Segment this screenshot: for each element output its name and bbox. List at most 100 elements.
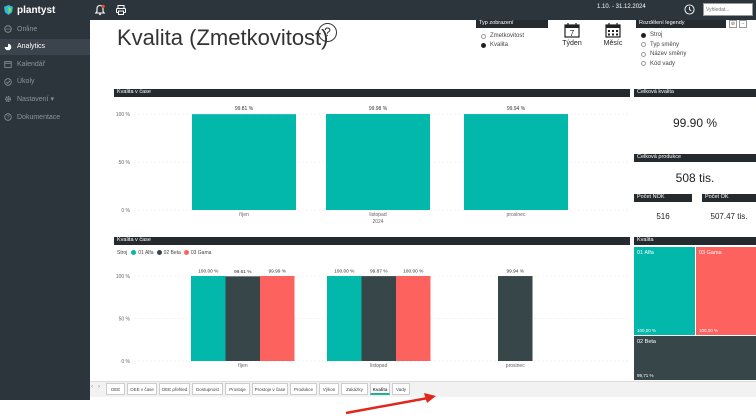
help-button[interactable]: ? [318, 23, 337, 42]
treemap-cell-value: 100,00 % [637, 328, 657, 333]
x-tick-label: říjen [238, 363, 248, 369]
app-name: plantyst [17, 4, 56, 16]
sidebar-item-5[interactable]: Nastavení ▾ [0, 91, 90, 107]
calendar-icon [4, 61, 12, 69]
gear-icon [4, 96, 12, 103]
legend-item-2[interactable]: 02 Beta [156, 250, 181, 256]
x-tick-label: listopad [370, 363, 387, 369]
bar-prosinec [464, 114, 568, 210]
total-production-header: Celková produkce [634, 154, 756, 162]
type-view-header: Typ zobrazení [476, 20, 548, 28]
data-label: 100.00 % [198, 269, 219, 275]
data-label: 99.81 % [235, 106, 254, 112]
check-icon [4, 78, 12, 86]
globe-icon [4, 25, 12, 33]
radio-icon [641, 42, 646, 47]
quality-time-chart: 100 % 50 % 0 % 99.81 % říjen 99.98 % listopad 9… [116, 106, 630, 225]
x-axis-label: 2024 [372, 219, 383, 225]
tab-8[interactable]: Výkon [319, 383, 339, 395]
data-label: 99.94 % [506, 269, 524, 275]
legend-split-option-3[interactable]: Název směny [641, 50, 686, 58]
type-view-option-1[interactable]: Zmetkovitost [481, 32, 524, 40]
tab-5[interactable]: Prostoje [225, 383, 250, 395]
legend-split-option-label: Typ směny [650, 41, 680, 48]
bar-03-Gama-říjen [260, 276, 295, 361]
tab-1[interactable]: OEE [106, 383, 125, 395]
treemap-cell-1[interactable]: 01 Alfa 100,00 % [634, 247, 695, 335]
svg-text:?: ? [7, 115, 10, 121]
print-icon[interactable] [115, 4, 127, 16]
legend-split-option-label: Název směny [650, 51, 687, 57]
nok-value: 516 [656, 212, 670, 221]
radio-icon [481, 33, 486, 39]
bar-03-Gama-listopad [396, 276, 431, 361]
sidebar-item-2[interactable]: Analytics [0, 38, 90, 55]
date-range[interactable]: 1.10. - 31.12.2024 [597, 4, 646, 10]
bar-02-Beta-říjen [225, 276, 260, 361]
legend-split-option-4[interactable]: Kód vady [641, 60, 675, 68]
app-logo[interactable]: plantyst [4, 4, 55, 16]
sidebar-item-label: Úkoly [17, 78, 35, 86]
legend-split-option-label: Stroj [650, 32, 663, 38]
clear-selection-icon[interactable]: ⊘ [729, 20, 737, 28]
legend-label: 03 Gama [190, 250, 212, 256]
legend-split-option-1[interactable]: Stroj [641, 31, 662, 39]
y-tick-label: 100 % [116, 112, 131, 118]
chart2-legend: Stroj 01 Alfa 02 Beta 03 Gama [117, 250, 214, 256]
nok-header: Počet NOK [634, 194, 692, 202]
radio-icon [481, 42, 486, 48]
data-label: 100.00 % [403, 269, 424, 275]
tab-7[interactable]: Produkce [290, 383, 317, 395]
radio-icon [641, 32, 646, 38]
clock-icon[interactable] [684, 4, 695, 15]
treemap-cell-2[interactable]: 03 Gama 100,00 % [696, 247, 756, 335]
notification-bell-icon[interactable] [94, 4, 106, 16]
legend-split-option-label: Kód vady [650, 60, 676, 67]
sidebar-item-label: Analytics [17, 43, 46, 51]
tab-3[interactable]: OEE přehled [159, 383, 190, 395]
y-tick-label: 100 % [116, 274, 131, 280]
treemap-cell-name: 01 Alfa [637, 250, 654, 256]
legend-split-header: Rozdělení legendy [636, 20, 726, 28]
top-bar [90, 0, 756, 20]
type-view-option-2[interactable]: Kvalita [481, 41, 508, 49]
legend-split-option-2[interactable]: Typ směny [641, 41, 679, 49]
tab-4[interactable]: Dostupnost [192, 383, 223, 395]
legend-title: Stroj [117, 250, 128, 256]
chart2-header: Kvalita v čase [114, 237, 630, 245]
sidebar-item-label: Online [17, 25, 38, 33]
sidebar-item-4[interactable]: Úkoly [0, 74, 90, 90]
tab-6[interactable]: Prostoje v čase [252, 383, 288, 395]
svg-text:7: 7 [570, 29, 575, 38]
page-title: Kvalita (Zmetkovitost) [117, 25, 329, 50]
legend-dot-icon [131, 250, 137, 256]
tab-scroll-left-icon[interactable]: ‹ [91, 384, 93, 390]
sidebar-item-3[interactable]: Kalendář [0, 56, 90, 72]
help-icon: ? [4, 113, 12, 121]
week-button[interactable]: 7 Týden [561, 22, 583, 52]
treemap-cell-value: 100,00 % [699, 328, 719, 333]
ok-value: 507.47 tis. [710, 212, 748, 221]
treemap-cell-name: 03 Gama [699, 250, 722, 256]
total-quality-header: Celková kvalita [634, 89, 756, 97]
month-button[interactable]: Měsíc [602, 22, 624, 52]
type-view-option-label: Kvalita [490, 42, 509, 48]
data-label: 99.61 % [234, 269, 252, 275]
tab-scroll-right-icon[interactable]: › [98, 384, 100, 390]
radio-icon [641, 61, 646, 66]
legend-item-1[interactable]: 01 Alfa [131, 250, 154, 256]
type-view-option-label: Zmetkovitost [490, 33, 525, 39]
tab-2[interactable]: OEE v čase [127, 383, 157, 395]
legend-label: 01 Alfa [138, 250, 154, 256]
sidebar-item-label: Nastavení ▾ [17, 96, 54, 104]
treemap-cell-3[interactable]: 02 Beta 99,71 % [634, 336, 756, 380]
search-input[interactable] [703, 3, 753, 16]
y-tick-label: 50 % [119, 160, 131, 166]
legend-item-3[interactable]: 03 Gama [183, 250, 212, 256]
data-label: 99.98 % [369, 106, 388, 112]
sidebar-item-6[interactable]: ? Dokumentace [0, 109, 90, 125]
y-tick-label: 50 % [119, 317, 131, 323]
bar-01-Alfa-říjen [191, 276, 226, 361]
collapse-icon[interactable]: − [739, 20, 747, 28]
sidebar-item-1[interactable]: Online [0, 21, 90, 37]
